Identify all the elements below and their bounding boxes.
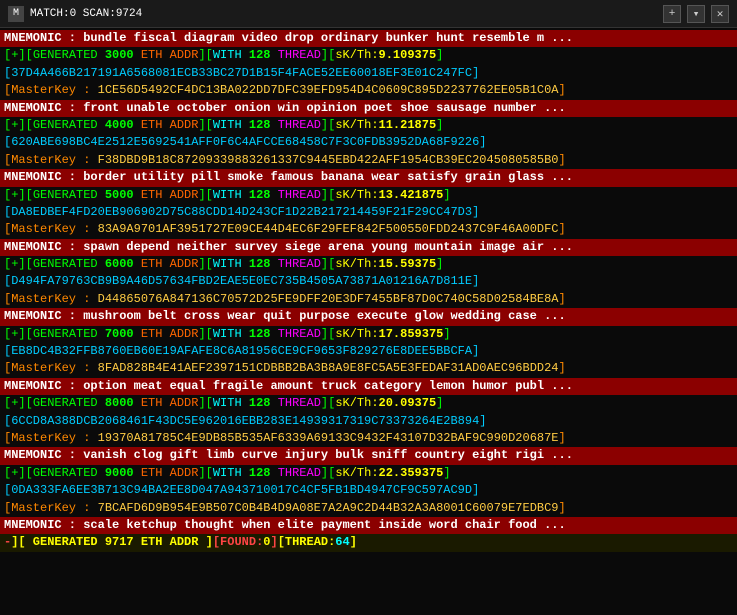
generated-label: GENERATED — [33, 466, 98, 480]
line-26: [0DA333FA6EE3B713C94BA2EE8D047A943710017… — [0, 482, 737, 499]
title-text: MATCH:0 SCAN:9724 — [30, 8, 663, 20]
generated-label: GENERATED — [33, 188, 98, 202]
line-22: [6CCD8A388DCB2068461F43DC5E962016EBB283E… — [0, 413, 737, 430]
line-15: [MasterKey : D44865076A847136C70572D25FE… — [0, 291, 737, 308]
line-25: [+][GENERATED 9000 ETH ADDR][WITH 128 TH… — [0, 465, 737, 482]
generated-label: GENERATED — [33, 48, 98, 62]
line-20: MNEMONIC : option meat equal fragile amo… — [0, 378, 737, 395]
line-11: [MasterKey : 83A9A9701AF3951727E09CE44D4… — [0, 221, 737, 238]
line-1: [+][GENERATED 3000 ETH ADDR][WITH 128 TH… — [0, 47, 737, 64]
generated-label: GENERATED — [33, 327, 98, 341]
content-area: MNEMONIC : bundle fiscal diagram video d… — [0, 28, 737, 615]
line-18: [EB8DC4B32FFB8760EB60E19AFAFE8C6A81956CE… — [0, 343, 737, 360]
add-tab-button[interactable]: + — [663, 5, 681, 23]
line-28: MNEMONIC : scale ketchup thought when el… — [0, 517, 737, 534]
line-12: MNEMONIC : spawn depend neither survey s… — [0, 239, 737, 256]
line-0: MNEMONIC : bundle fiscal diagram video d… — [0, 30, 737, 47]
line-6: [620ABE698BC4E2512E5692541AFF0F6C4AFCCE6… — [0, 134, 737, 151]
line-5: [+][GENERATED 4000 ETH ADDR][WITH 128 TH… — [0, 117, 737, 134]
line-2: [37D4A466B217191A6568081ECB33BC27D1B15F4… — [0, 65, 737, 82]
line-7: [MasterKey : F38DBD9B18C8720933988326133… — [0, 152, 737, 169]
line-14: [D494FA79763CB9B9A46D57634FBD2EAE5E0EC73… — [0, 273, 737, 290]
generated-label: GENERATED — [33, 396, 98, 410]
line-24: MNEMONIC : vanish clog gift limb curve i… — [0, 447, 737, 464]
line-13: [+][GENERATED 6000 ETH ADDR][WITH 128 TH… — [0, 256, 737, 273]
generated-label: GENERATED — [33, 118, 98, 132]
line-19: [MasterKey : 8FAD828B4E41AEF2397151CDBBB… — [0, 360, 737, 377]
line-8: MNEMONIC : border utility pill smoke fam… — [0, 169, 737, 186]
generated-label: GENERATED — [33, 257, 98, 271]
line-3: [MasterKey : 1CE56D5492CF4DC13BA022DD7DF… — [0, 82, 737, 99]
line-23: [MasterKey : 19370A81785C4E9DB85B535AF63… — [0, 430, 737, 447]
line-17: [+][GENERATED 7000 ETH ADDR][WITH 128 TH… — [0, 326, 737, 343]
line-27: [MasterKey : 7BCAFD6D9B954E9B507C0B4B4D9… — [0, 500, 737, 517]
title-icon: M — [8, 6, 24, 22]
title-bar: M MATCH:0 SCAN:9724 + ▾ ✕ — [0, 0, 737, 28]
tab-dropdown-button[interactable]: ▾ — [687, 5, 705, 23]
line-9: [+][GENERATED 5000 ETH ADDR][WITH 128 TH… — [0, 187, 737, 204]
line-21: [+][GENERATED 8000 ETH ADDR][WITH 128 TH… — [0, 395, 737, 412]
line-29: -][ GENERATED 9717 ETH ADDR ][FOUND:0][T… — [0, 534, 737, 551]
line-10: [DA8EDBEF4FD20EB906902D75C88CDD14D243CF1… — [0, 204, 737, 221]
line-16: MNEMONIC : mushroom belt cross wear quit… — [0, 308, 737, 325]
close-button[interactable]: ✕ — [711, 5, 729, 23]
title-buttons: + ▾ ✕ — [663, 5, 729, 23]
line-4: MNEMONIC : front unable october onion wi… — [0, 100, 737, 117]
